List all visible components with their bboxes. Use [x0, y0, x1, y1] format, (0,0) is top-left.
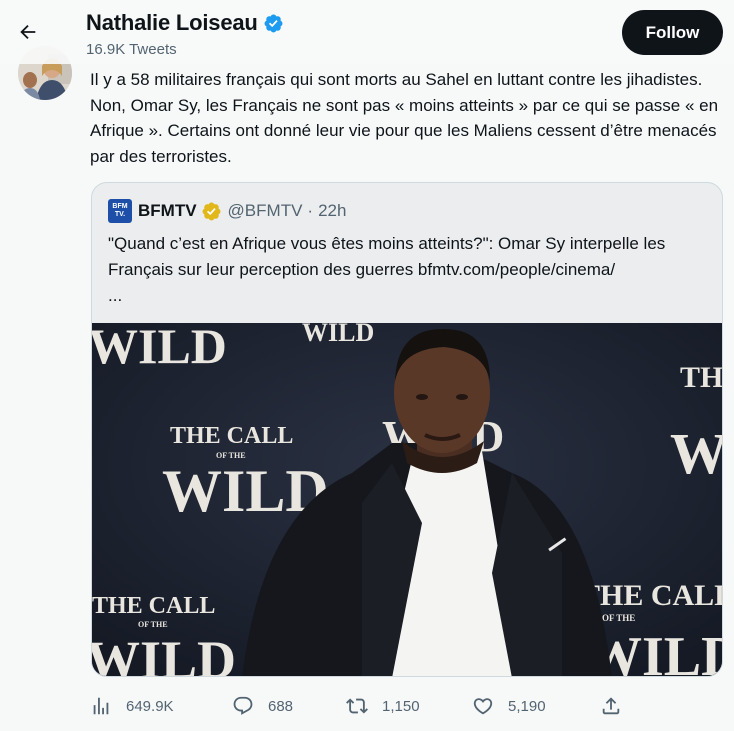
gold-verified-badge-icon: [202, 202, 221, 220]
profile-name: Nathalie Loiseau: [86, 10, 258, 35]
retweet-button[interactable]: 1,150: [346, 690, 420, 722]
arrow-left-icon: [20, 24, 36, 40]
separator-dot: ·: [307, 201, 314, 220]
bfmtv-logo-avatar[interactable]: BFM TV.: [108, 199, 132, 223]
heart-icon: [473, 698, 493, 715]
backdrop-call-3: THE CALL: [680, 361, 723, 394]
quoted-tweet-text: "Quand c’est en Afrique vous êtes moins …: [108, 234, 666, 279]
quoted-tweet-ellipsis: ...: [108, 286, 123, 305]
backdrop-wild-7: WILD: [302, 323, 374, 347]
profile-header-bar: Nathalie Loiseau 16.9K Tweets Follow: [0, 0, 734, 64]
backdrop-call-2: THE CALL: [92, 593, 215, 619]
quoted-author-handle: @BFMTV: [227, 201, 303, 220]
views-button[interactable]: 649.9K: [90, 690, 174, 722]
quoted-tweet-header: BFM TV. BFMTV @BFMTV · 22h: [108, 199, 346, 223]
back-button[interactable]: [10, 14, 46, 50]
share-upload-icon: [602, 697, 620, 715]
quoted-tweet-photo[interactable]: WILD THE CALL OF THE WILD THE CALL OF TH…: [92, 323, 723, 677]
backdrop-call-4: THE CALL: [580, 579, 723, 612]
views-count: 649.9K: [126, 697, 174, 715]
reply-bubble-icon: [233, 696, 253, 715]
quoted-tweet-time[interactable]: 22h: [318, 201, 346, 221]
follow-button[interactable]: Follow: [622, 10, 723, 55]
share-button[interactable]: [600, 690, 622, 722]
reply-button[interactable]: 688: [232, 690, 293, 722]
like-count: 5,190: [508, 697, 546, 715]
backdrop-ofthe-3: OF THE: [602, 613, 635, 623]
retweet-icon: [346, 698, 368, 714]
quoted-tweet-card[interactable]: BFM TV. BFMTV @BFMTV · 22h "Quand c’est e…: [91, 182, 723, 677]
backdrop-ofthe-2: OF THE: [138, 620, 168, 629]
tweet-count: 16.9K Tweets: [86, 41, 177, 58]
verified-badge-icon: [264, 14, 283, 32]
backdrop-wild-1: WILD: [92, 323, 227, 374]
quoted-author-name[interactable]: BFMTV: [138, 201, 197, 221]
backdrop-wild-5: WILD: [670, 421, 723, 486]
bar-chart-icon: [93, 697, 109, 715]
red-carpet-photo: WILD THE CALL OF THE WILD THE CALL OF TH…: [92, 323, 723, 677]
retweet-count: 1,150: [382, 697, 420, 715]
backdrop-wild-3: WILD: [92, 630, 236, 677]
like-button[interactable]: 5,190: [472, 690, 546, 722]
backdrop-call-1: THE CALL: [170, 423, 293, 449]
tweet-action-bar: 649.9K 688 1,150 5,190: [90, 690, 650, 722]
reply-count: 688: [268, 697, 294, 715]
tweet-text: Il y a 58 militaires français qui sont m…: [90, 70, 719, 166]
profile-name-row: Nathalie Loiseau: [86, 10, 284, 36]
